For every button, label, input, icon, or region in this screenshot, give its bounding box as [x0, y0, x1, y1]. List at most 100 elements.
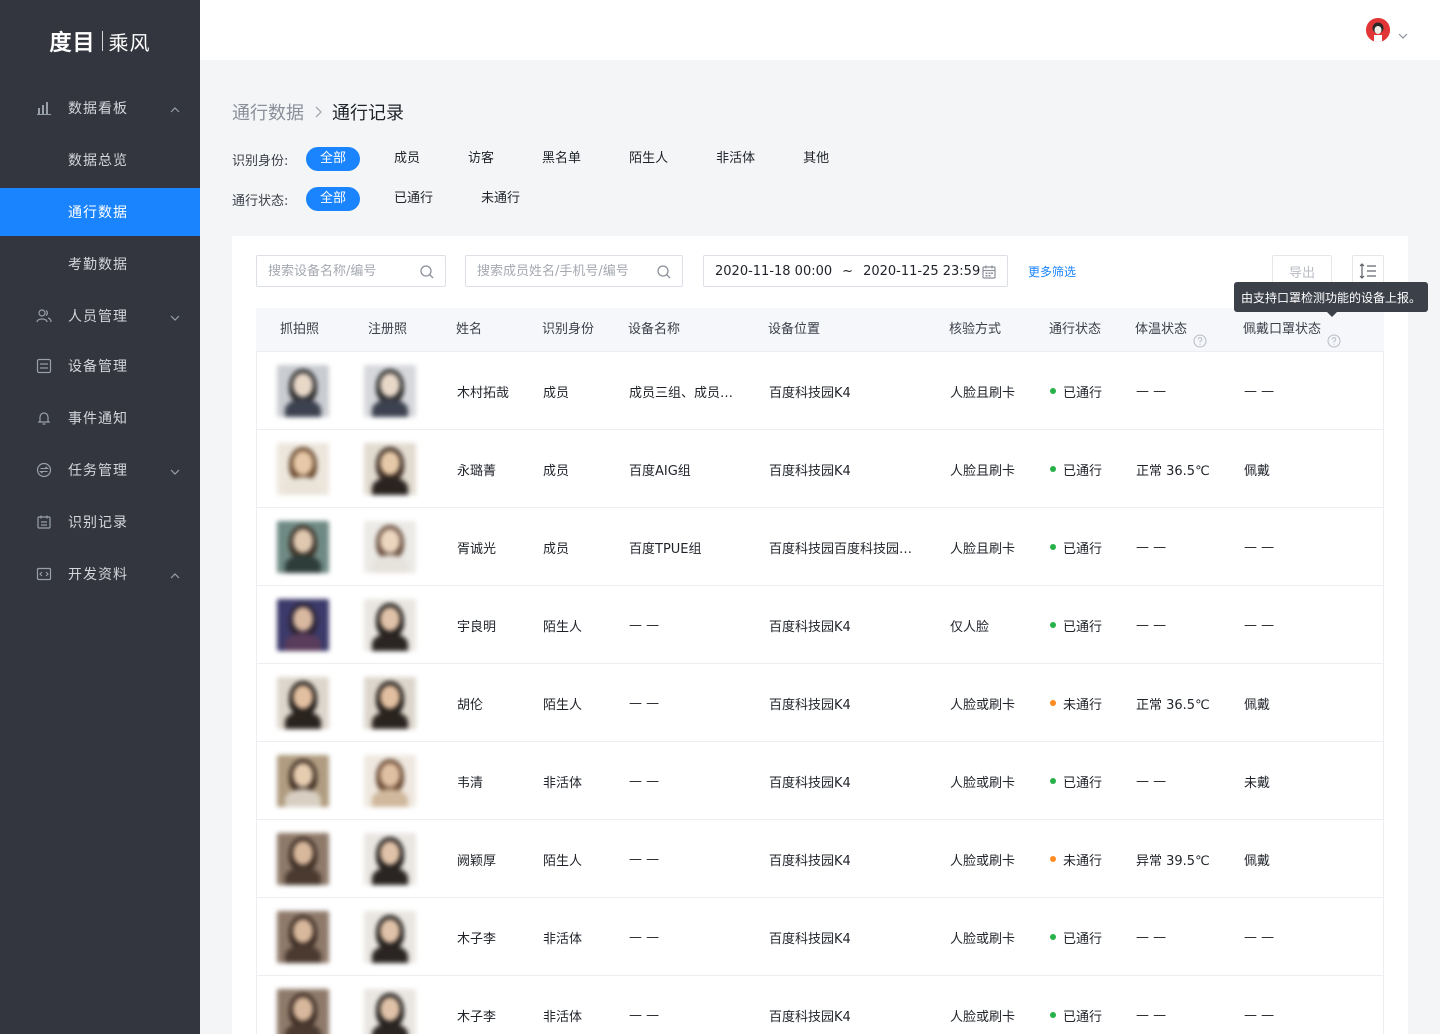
- device-name-cell: — —: [629, 1007, 660, 1023]
- date-separator: ~: [842, 263, 854, 279]
- device-location-cell: 百度科技园K4: [769, 385, 851, 401]
- sidebar-item-dashboard[interactable]: 数据看板: [0, 84, 200, 132]
- device-location-cell: 百度科技园K4: [769, 853, 851, 869]
- identity-cell: 非活体: [543, 1009, 583, 1025]
- status-chip-not-passed[interactable]: 未通行: [467, 187, 534, 211]
- sidebar-item-recognition[interactable]: 识别记录: [0, 498, 200, 546]
- mask-status-cell: 佩戴: [1244, 853, 1271, 869]
- identity-chip-blacklist[interactable]: 黑名单: [528, 147, 595, 171]
- capture-photo[interactable]: [277, 521, 329, 573]
- top-header: [200, 0, 1440, 60]
- mask-status-cell: — —: [1244, 383, 1275, 399]
- status-chip-all[interactable]: 全部: [306, 187, 361, 211]
- chevron-down-icon[interactable]: [1398, 26, 1408, 45]
- row-height-icon: [1359, 263, 1376, 279]
- table-row[interactable]: 木子李 非活体 — — 百度科技园K4 人脸或刷卡 已通行 — — — —: [256, 976, 1384, 1034]
- breadcrumb-parent[interactable]: 通行数据: [232, 99, 304, 125]
- status-dot: [1050, 622, 1056, 628]
- identity-chip-visitor[interactable]: 访客: [454, 147, 508, 171]
- sidebar-item-tasks[interactable]: 任务管理: [0, 446, 200, 494]
- search-icon[interactable]: [656, 264, 672, 280]
- capture-photo[interactable]: [277, 677, 329, 729]
- temperature-cell: 异常 39.5℃: [1136, 853, 1210, 869]
- table-row[interactable]: 胥诚光 成员 百度TPUE组 百度科技园百度科技园… 人脸且刷卡 已通行 — —…: [256, 508, 1384, 586]
- verify-method-cell: 仅人脸: [950, 619, 990, 635]
- sidebar-item-notifications[interactable]: 事件通知: [0, 394, 200, 442]
- table-row[interactable]: 韦清 非活体 — — 百度科技园K4 人脸或刷卡 已通行 — — 未戴: [256, 742, 1384, 820]
- member-search-input[interactable]: [465, 255, 683, 287]
- register-photo[interactable]: [364, 677, 416, 729]
- capture-photo[interactable]: [277, 443, 329, 495]
- app-logo[interactable]: 度目 乘风: [0, 0, 200, 82]
- sidebar-item-dev-docs[interactable]: 开发资料: [0, 550, 200, 598]
- status-chip-passed[interactable]: 已通行: [380, 187, 447, 211]
- register-photo[interactable]: [364, 521, 416, 573]
- col-identity: 识别身份: [542, 322, 595, 337]
- help-icon[interactable]: [1193, 323, 1207, 348]
- status-filter: 通行状态: 全部 已通行 未通行: [232, 187, 534, 211]
- col-register-photo: 注册照: [368, 322, 408, 337]
- date-end: 2020-11-25 23:59: [863, 263, 981, 279]
- user-avatar[interactable]: [1366, 18, 1390, 42]
- table-row[interactable]: 木村拓哉 成员 成员三组、成员… 百度科技园K4 人脸且刷卡 已通行 — — —…: [256, 352, 1384, 430]
- page-title: 通行记录: [332, 103, 404, 124]
- sidebar-item-label: 识别记录: [68, 515, 128, 531]
- chevron-down-icon: [170, 465, 180, 475]
- sidebar-item-access-data[interactable]: 通行数据: [0, 188, 200, 236]
- capture-photo[interactable]: [277, 599, 329, 651]
- capture-photo[interactable]: [277, 911, 329, 963]
- chevron-up-icon: [170, 103, 180, 113]
- capture-photo[interactable]: [277, 833, 329, 885]
- temperature-cell: — —: [1136, 539, 1167, 555]
- col-pass-status: 通行状态: [1049, 322, 1102, 337]
- more-filter-link[interactable]: 更多筛选: [1028, 263, 1076, 280]
- register-photo[interactable]: [364, 989, 416, 1034]
- identity-cell: 非活体: [543, 931, 583, 947]
- register-photo[interactable]: [364, 365, 416, 417]
- search-icon[interactable]: [419, 264, 435, 280]
- name-cell: 木子李: [457, 1009, 497, 1025]
- pass-status-text: 已通行: [1063, 775, 1103, 791]
- identity-chip-stranger[interactable]: 陌生人: [615, 147, 682, 171]
- capture-photo[interactable]: [277, 365, 329, 417]
- register-photo[interactable]: [364, 443, 416, 495]
- sidebar-item-label: 设备管理: [68, 359, 128, 375]
- table-header: 抓拍照 注册照 姓名 识别身份 设备名称 设备位置 核验方式 通行状态 体温状态…: [256, 308, 1384, 352]
- sidebar-item-attendance[interactable]: 考勤数据: [0, 240, 200, 288]
- identity-chip-other[interactable]: 其他: [789, 147, 843, 171]
- identity-chip-non-live[interactable]: 非活体: [702, 147, 769, 171]
- table-row[interactable]: 木子李 非活体 — — 百度科技园K4 人脸或刷卡 已通行 — — — —: [256, 898, 1384, 976]
- col-device-name: 设备名称: [628, 322, 681, 337]
- capture-photo[interactable]: [277, 989, 329, 1034]
- help-icon[interactable]: [1327, 323, 1341, 348]
- table-row[interactable]: 宇良明 陌生人 — — 百度科技园K4 仅人脸 已通行 — — — —: [256, 586, 1384, 664]
- register-photo[interactable]: [364, 911, 416, 963]
- verify-method-cell: 人脸且刷卡: [950, 541, 1016, 557]
- pass-status-text: 已通行: [1063, 931, 1103, 947]
- table-row[interactable]: 阙颖厚 陌生人 — — 百度科技园K4 人脸或刷卡 未通行 异常 39.5℃ 佩…: [256, 820, 1384, 898]
- col-mask-status-label: 佩戴口罩状态: [1243, 322, 1322, 337]
- sidebar-item-people[interactable]: 人员管理: [0, 292, 200, 340]
- identity-chip-member[interactable]: 成员: [380, 147, 434, 171]
- calendar-icon[interactable]: [981, 264, 997, 280]
- register-photo[interactable]: [364, 755, 416, 807]
- pass-status-text: 已通行: [1063, 619, 1103, 635]
- table-row[interactable]: 永璐菁 成员 百度AIG组 百度科技园K4 人脸且刷卡 已通行 正常 36.5℃…: [256, 430, 1384, 508]
- mask-status-cell: — —: [1244, 1007, 1275, 1023]
- member-search-field[interactable]: [477, 263, 682, 279]
- pass-status-cell: 已通行: [1050, 898, 1132, 976]
- register-photo[interactable]: [364, 599, 416, 651]
- sidebar-item-overview[interactable]: 数据总览: [0, 136, 200, 184]
- device-name-cell: — —: [629, 617, 660, 633]
- table-row[interactable]: 胡伦 陌生人 — — 百度科技园K4 人脸或刷卡 未通行 正常 36.5℃ 佩戴: [256, 664, 1384, 742]
- device-search-input[interactable]: [256, 255, 446, 287]
- sidebar-item-devices[interactable]: 设备管理: [0, 342, 200, 390]
- identity-chip-all[interactable]: 全部: [306, 147, 361, 171]
- date-range-picker[interactable]: 2020-11-18 00:00 ~ 2020-11-25 23:59: [703, 255, 1008, 287]
- mask-status-cell: 佩戴: [1244, 697, 1271, 713]
- capture-photo[interactable]: [277, 755, 329, 807]
- device-name-cell: — —: [629, 695, 660, 711]
- temperature-cell: 正常 36.5℃: [1136, 463, 1210, 479]
- code-icon: [36, 566, 52, 582]
- register-photo[interactable]: [364, 833, 416, 885]
